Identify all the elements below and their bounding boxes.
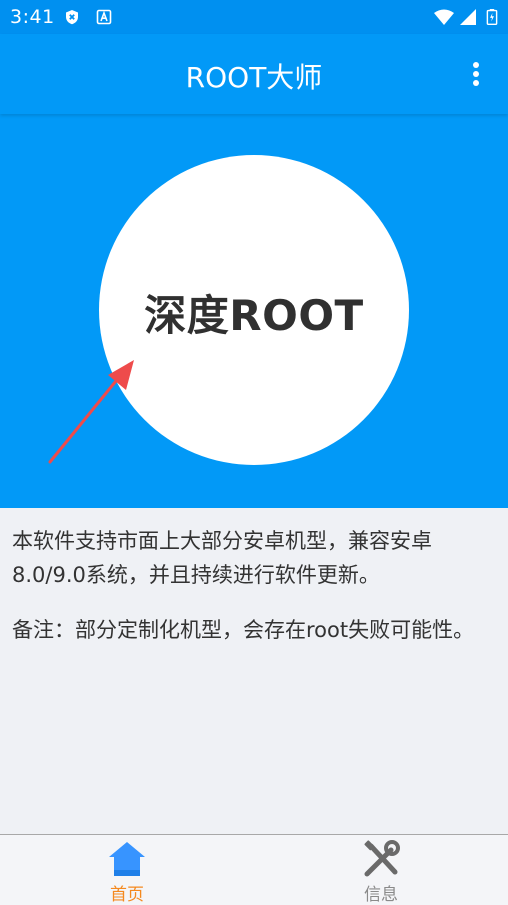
pointer-arrow-icon (48, 360, 134, 464)
nav-item-info[interactable]: 信息 (254, 835, 508, 905)
signal-icon (460, 9, 476, 25)
more-vert-icon (473, 62, 479, 68)
battery-icon (486, 9, 498, 25)
nav-item-home[interactable]: 首页 (0, 835, 254, 905)
status-time: 3:41 (10, 6, 55, 28)
more-vert-icon (473, 80, 479, 86)
more-options-button[interactable] (464, 58, 488, 90)
tools-icon (364, 840, 400, 877)
shield-x-icon (66, 10, 78, 25)
wifi-icon (434, 9, 454, 25)
deep-root-label: 深度ROOT (144, 291, 364, 340)
more-vert-icon (473, 71, 479, 77)
text-a-icon (96, 9, 112, 25)
nav-label-info: 信息 (364, 885, 398, 905)
note-paragraph: 备注：部分定制化机型，会存在root失败可能性。 (12, 618, 475, 642)
status-bar: 3:41 (0, 0, 508, 34)
bottom-navigation: 首页 信息 (0, 834, 508, 905)
description: 本软件支持市面上大部分安卓机型，兼容安卓8.0/9.0系统，并且持续进行软件更新… (12, 524, 492, 668)
description-paragraph: 本软件支持市面上大部分安卓机型，兼容安卓8.0/9.0系统，并且持续进行软件更新… (12, 529, 432, 587)
hero-section: 深度ROOT (0, 114, 508, 508)
nav-label-home: 首页 (110, 885, 144, 905)
app-title: ROOT大师 (185, 61, 323, 94)
home-icon (109, 842, 145, 876)
app-bar: ROOT大师 (0, 34, 508, 114)
